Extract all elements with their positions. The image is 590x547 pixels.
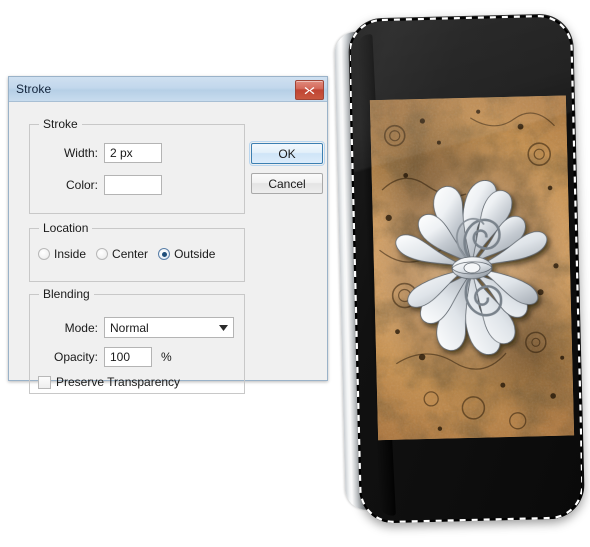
group-blending-legend: Blending xyxy=(39,287,94,301)
radio-center-mark xyxy=(96,248,109,260)
preserve-transparency-checkbox[interactable]: Preserve Transparency xyxy=(38,375,180,389)
mode-dropdown[interactable]: Normal xyxy=(104,317,234,338)
ok-button[interactable]: OK xyxy=(249,141,325,166)
opacity-unit-label: % xyxy=(161,350,172,364)
group-location-legend: Location xyxy=(39,221,93,235)
dialog-title: Stroke xyxy=(16,82,52,96)
preserve-transparency-mark xyxy=(38,375,51,389)
radio-center[interactable]: Center xyxy=(96,247,148,261)
radio-outside-label: Outside xyxy=(174,247,216,261)
filigree-ornament xyxy=(395,180,548,355)
chevron-down-icon xyxy=(219,324,228,331)
width-label: Width: xyxy=(63,146,98,160)
stroke-dialog: Stroke Stroke Width: 2 px Color: Locatio… xyxy=(8,76,328,394)
radio-inside-label: Inside xyxy=(54,247,87,261)
phone-body xyxy=(347,13,586,524)
phone-mockup-canvas xyxy=(334,13,588,534)
phone-screen-artwork xyxy=(369,95,575,441)
opacity-row: Opacity: 100 % xyxy=(52,347,172,367)
group-stroke-legend: Stroke xyxy=(39,117,82,131)
close-x-icon xyxy=(304,86,315,94)
radio-inside[interactable]: Inside xyxy=(38,247,86,261)
cancel-button[interactable]: Cancel xyxy=(251,173,323,194)
radio-inside-mark xyxy=(38,248,50,260)
group-blending: Blending Mode: Normal Opacity: 100 % Pre… xyxy=(29,287,245,394)
group-stroke: Stroke Width: 2 px Color: xyxy=(29,117,245,214)
radio-outside-mark xyxy=(158,248,171,260)
opacity-input[interactable]: 100 xyxy=(104,347,152,367)
width-row: Width: 2 px xyxy=(52,143,162,163)
color-row: Color: xyxy=(52,175,162,195)
location-radio-group: Inside Center Outside xyxy=(38,247,215,261)
dialog-body: Stroke Width: 2 px Color: Location Insid… xyxy=(9,102,327,394)
group-location: Location Inside Center Outside xyxy=(29,221,245,282)
radio-center-label: Center xyxy=(112,247,149,261)
opacity-label: Opacity: xyxy=(53,350,98,364)
radio-outside[interactable]: Outside xyxy=(158,247,215,261)
mode-label: Mode: xyxy=(64,320,98,335)
mode-row: Mode: Normal xyxy=(52,317,234,338)
mode-dropdown-value: Normal xyxy=(110,320,149,335)
color-label: Color: xyxy=(65,178,98,192)
close-button[interactable] xyxy=(295,80,324,100)
color-swatch[interactable] xyxy=(104,175,162,195)
preserve-transparency-label: Preserve Transparency xyxy=(56,375,181,389)
dialog-titlebar[interactable]: Stroke xyxy=(9,77,327,102)
width-input[interactable]: 2 px xyxy=(104,143,162,163)
